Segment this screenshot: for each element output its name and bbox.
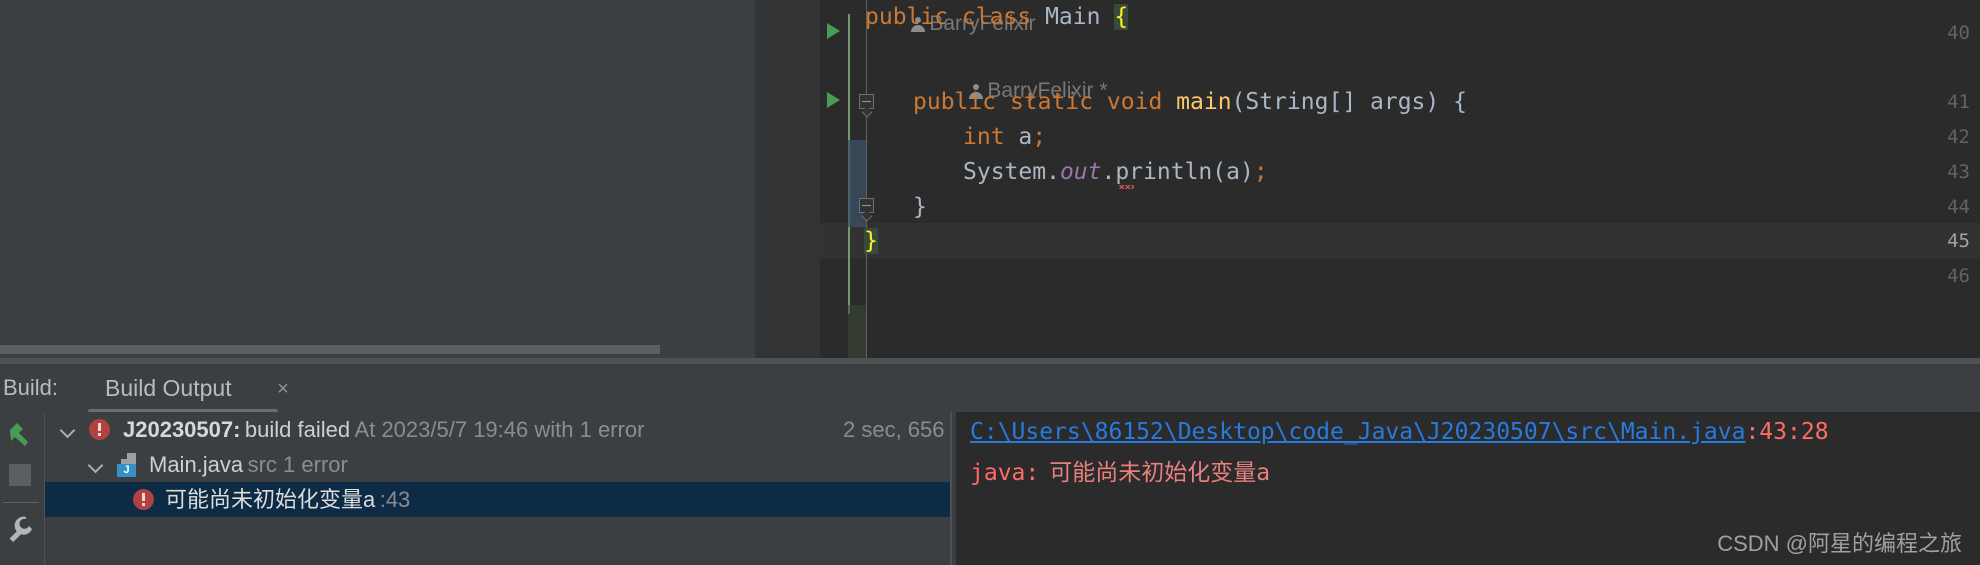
java-error-message: 可能尚未初始化变量a <box>1049 460 1271 486</box>
java-file-icon: J <box>117 453 139 477</box>
code-text-layer: BarryFelixir public class Main { BarryFe… <box>864 0 1980 358</box>
error-line-label: :43 <box>379 487 411 512</box>
code-line-43: System.out.println(a); <box>963 159 1268 185</box>
build-duration-label: 2 sec, 656 ms <box>843 417 950 442</box>
code-line-44: } <box>913 194 927 220</box>
code-line-40: public class Main { <box>865 4 1129 30</box>
fold-collapse-icon-line-44[interactable] <box>859 198 874 222</box>
chevron-down-icon[interactable] <box>85 447 109 482</box>
wrench-icon[interactable] <box>6 515 36 545</box>
toolbar-divider <box>3 502 39 503</box>
hammer-icon[interactable] <box>6 420 36 450</box>
java-error-prefix: java: <box>970 460 1040 486</box>
scrollbar-region-secondary <box>848 305 866 358</box>
table-row-selected[interactable]: 可能尚未初始化变量a :43 <box>45 482 950 517</box>
file-path-link[interactable]: C:\Users\86152\Desktop\code_Java\J202305… <box>970 419 1745 445</box>
code-line-45: } <box>864 228 878 254</box>
build-window-toolbar <box>0 412 44 565</box>
editor-empty-left-region <box>0 0 755 341</box>
error-squiggle-line-43 <box>1119 185 1134 189</box>
build-detail-label: At 2023/5/7 19:46 with 1 error <box>354 417 645 442</box>
code-editor-area: 40 41 42 43 44 45 46 BarryFelixir public… <box>0 0 1980 358</box>
editor-gutter[interactable] <box>755 0 820 358</box>
build-status-label: build failed <box>244 417 351 442</box>
code-line-41: public static void main(String[] args) { <box>913 89 1467 115</box>
stop-square-icon[interactable] <box>9 464 31 486</box>
code-editor-pane[interactable]: 40 41 42 43 44 45 46 BarryFelixir public… <box>755 0 1980 358</box>
build-tool-window-header: Build: Build Output × <box>0 364 1980 414</box>
run-gutter-icon-line-41[interactable] <box>827 92 840 108</box>
build-tool-window: Build: Build Output × J20230507: build f… <box>0 364 1980 565</box>
watermark-text: CSDN @阿星的编程之旅 <box>1717 531 1962 556</box>
build-output-tree[interactable]: J20230507: build failed At 2023/5/7 19:4… <box>45 412 950 565</box>
console-link-line: C:\Users\86152\Desktop\code_Java\J202305… <box>970 418 1829 446</box>
file-name-label: Main.java <box>149 452 244 477</box>
close-icon[interactable]: × <box>273 379 293 399</box>
error-icon <box>133 489 154 510</box>
file-detail-label: src 1 error <box>247 452 348 477</box>
table-row[interactable]: J Main.java src 1 error <box>45 447 950 482</box>
build-window-label: Build: <box>3 375 59 400</box>
build-id-label: J20230507: <box>123 417 241 442</box>
fold-collapse-icon-line-41[interactable] <box>859 94 874 118</box>
file-location-label: :43:28 <box>1745 419 1829 445</box>
chevron-down-icon[interactable] <box>57 412 81 447</box>
code-line-42: int a; <box>963 124 1047 150</box>
tab-build-output[interactable]: Build Output <box>105 373 232 406</box>
error-message-label: 可能尚未初始化变量a <box>165 487 376 512</box>
horizontal-scrollbar-thumb[interactable] <box>0 345 660 354</box>
idea-window: 40 41 42 43 44 45 46 BarryFelixir public… <box>0 0 1980 565</box>
table-row[interactable]: J20230507: build failed At 2023/5/7 19:4… <box>45 412 950 447</box>
console-error-line: java: 可能尚未初始化变量a <box>970 459 1270 487</box>
console-left-edge <box>950 412 952 565</box>
error-icon <box>89 419 110 440</box>
run-gutter-icon-line-40[interactable] <box>827 23 840 39</box>
